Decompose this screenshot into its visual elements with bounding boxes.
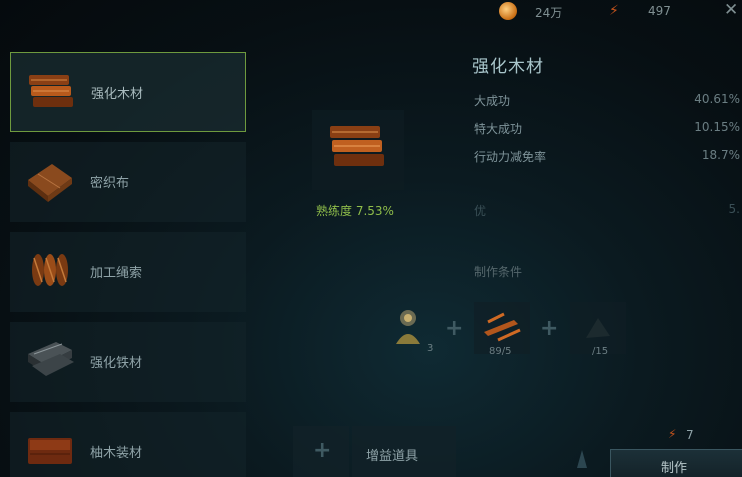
- craft-button-label: 制作: [661, 461, 688, 476]
- currency-value: 24万: [535, 6, 563, 20]
- add-boost-button[interactable]: +: [293, 426, 349, 477]
- recipe-item-label: 密织布: [90, 176, 130, 191]
- decoration-icon: [577, 450, 587, 468]
- stat-row: [474, 176, 742, 192]
- boost-label: 增益道具: [366, 449, 419, 464]
- recipe-item-label: 强化铁材: [90, 356, 143, 371]
- recipe-item-teak-wood[interactable]: 柚木装材: [10, 412, 246, 477]
- teak-wood-icon: [28, 438, 72, 464]
- plus-icon: +: [445, 316, 464, 341]
- stat-value: 5.: [728, 202, 740, 216]
- stat-row: 大成功 40.61%: [474, 92, 742, 108]
- material-count: /15: [592, 346, 609, 357]
- top-bar: 24万 ⚡ 497 ✕: [0, 0, 742, 22]
- stat-value: 18.7%: [701, 148, 740, 162]
- stat-row: 优 5.: [474, 202, 742, 218]
- iron-ingot-icon: [28, 342, 74, 376]
- coin-icon: [499, 2, 517, 20]
- close-icon[interactable]: ✕: [724, 0, 738, 20]
- stat-value: 40.61%: [694, 92, 740, 106]
- lightning-icon: ⚡: [609, 3, 619, 19]
- stat-name: 优: [474, 204, 487, 218]
- craft-button[interactable]: 制作: [610, 449, 742, 477]
- stat-value: 10.15%: [694, 120, 740, 134]
- conditions-label: 制作条件: [474, 265, 523, 279]
- material-count: 3: [427, 343, 434, 354]
- plus-icon: +: [313, 438, 332, 463]
- energy-value: 497: [648, 4, 671, 18]
- stat-name: 特大成功: [474, 122, 523, 136]
- material-count: 89/5: [489, 346, 512, 357]
- boost-item-slot[interactable]: 增益道具: [352, 426, 456, 477]
- lightning-icon: ⚡: [668, 427, 677, 441]
- product-icon-frame: [312, 110, 404, 190]
- wood-plank-icon: [29, 75, 73, 107]
- stat-row: 特大成功 10.15%: [474, 120, 742, 136]
- recipe-item-label: 柚木装材: [90, 446, 143, 461]
- plus-icon: +: [540, 316, 559, 341]
- recipe-item-label: 加工绳索: [90, 266, 143, 281]
- wood-plank-icon: [330, 126, 384, 166]
- stat-name: 大成功: [474, 94, 511, 108]
- stat-row: 行动力减免率 18.7%: [474, 148, 742, 164]
- recipe-item-reinforced-iron[interactable]: 强化铁材: [10, 322, 246, 402]
- recipe-item-processed-rope[interactable]: 加工绳索: [10, 232, 246, 312]
- rope-icon: [32, 254, 68, 286]
- proficiency-text: 熟练度 7.53%: [316, 204, 394, 218]
- stat-name: 行动力减免率: [474, 150, 547, 164]
- item-title: 强化木材: [472, 57, 544, 77]
- recipe-item-reinforced-wood[interactable]: 强化木材: [10, 52, 246, 132]
- energy-cost: 7: [686, 428, 694, 442]
- recipe-item-dense-cloth[interactable]: 密织布: [10, 142, 246, 222]
- cloth-icon: [28, 164, 72, 202]
- recipe-item-label: 强化木材: [91, 87, 144, 102]
